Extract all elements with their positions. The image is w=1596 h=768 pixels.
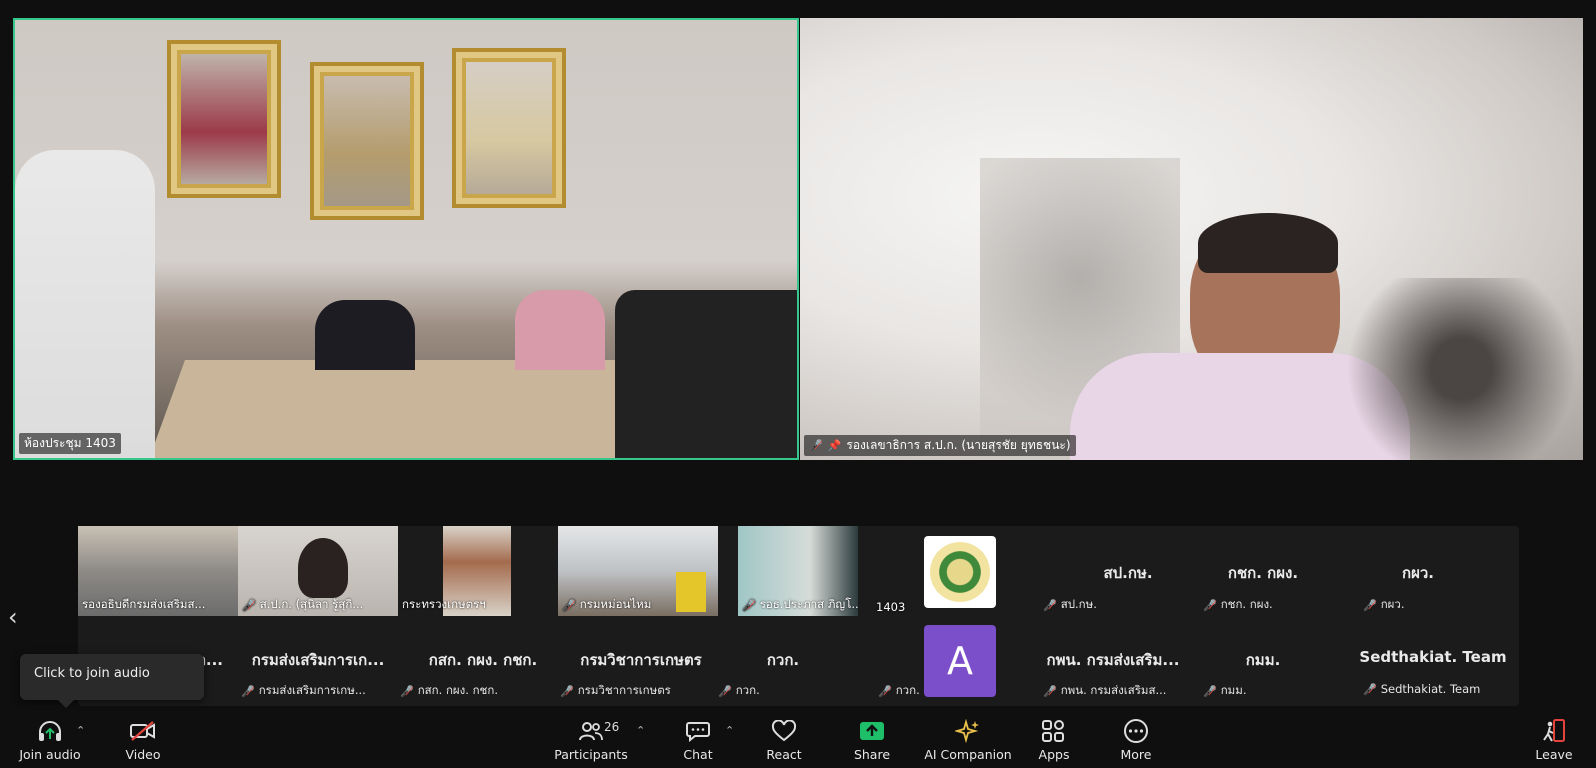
video-name-label: 🎤̸ 📌 รองเลขาธิการ ส.ป.ก. (นายสุรชัย ยุทธ…: [804, 435, 1076, 456]
participant-sub-label: 🎤̸ กรมวิชาการเกษตร: [560, 683, 671, 698]
leave-door-icon: [1541, 717, 1567, 745]
participant-thumbnail[interactable]: รองอธิบดีกรมส่งเสริมส...: [78, 526, 238, 616]
participant-logo-tile[interactable]: [924, 536, 996, 608]
participant-sub-label: 🎤̸ Sedthakiat. Team: [1363, 682, 1481, 696]
participant-name: กมม.: [1245, 651, 1281, 669]
video-button[interactable]: Video: [118, 710, 168, 768]
avatar[interactable]: A: [924, 625, 996, 697]
apps-icon: [1041, 717, 1067, 745]
join-audio-tooltip: Click to join audio: [20, 654, 204, 708]
main-video-tile-room[interactable]: ห้องประชุม 1403: [13, 18, 799, 460]
mic-muted-icon: 🎤̸: [809, 439, 823, 452]
participant-thumbnail[interactable]: กระทรวงเกษตรฯ: [398, 526, 518, 616]
headphones-icon: [37, 717, 63, 745]
participant-sub-label: 🎤̸ กชก. กผง.: [1203, 597, 1273, 612]
participant-name: สป.กษ.: [1103, 564, 1153, 582]
sparkle-icon: [955, 717, 981, 745]
participant-name: กชก. กผง.: [1227, 564, 1299, 582]
participant-sub-label: 🎤̸ กพน. กรมส่งเสริมส...: [1043, 683, 1167, 698]
ai-companion-button[interactable]: AI Companion: [924, 710, 1012, 768]
participants-options-chevron-up-icon[interactable]: ⌃: [636, 724, 645, 737]
mic-muted-icon: 🎤̸: [1203, 598, 1217, 612]
mic-muted-icon: 🎤̸: [400, 684, 414, 698]
portrait-frame: [167, 40, 281, 198]
participant-name: กวก.: [766, 651, 800, 669]
person-shape: [315, 300, 415, 370]
participant-thumbnail[interactable]: 🎤̸ รอธ.ประภาส ภิญโ...: [738, 526, 858, 616]
mic-muted-icon: 🎤̸: [241, 684, 255, 698]
mic-muted-icon: 🎤̸: [878, 684, 892, 698]
mic-muted-icon: 🎤̸: [1363, 598, 1377, 612]
chairs-shape: [615, 290, 797, 458]
person-shape: [298, 538, 348, 598]
video-name-label: ห้องประชุม 1403: [19, 433, 121, 454]
participant-name: กรมวิชาการเกษตร: [580, 651, 702, 669]
participant-name: กผว.: [1402, 564, 1434, 582]
organization-seal-icon: [930, 542, 990, 602]
participant-sub-label: 🎤̸ กวก.: [718, 683, 760, 698]
participant-sub-label: 🎤̸ สป.กษ.: [1043, 597, 1097, 612]
mic-muted-icon: 🎤̸: [1043, 684, 1057, 698]
mic-muted-icon: 🎤̸: [1203, 684, 1217, 698]
participant-name: กรมส่งเสริมการเก...: [251, 651, 385, 669]
mic-muted-icon: 🎤̸: [1043, 598, 1057, 612]
participants-count: 26: [604, 720, 620, 734]
pin-icon: 📌: [827, 439, 842, 452]
mic-muted-icon: 🎤̸: [242, 598, 256, 612]
participant-thumbnail[interactable]: 1403: [858, 526, 918, 616]
participant-sub-label: 🎤̸ กรมส่งเสริมการเกษ...: [241, 683, 366, 698]
react-button[interactable]: React: [762, 710, 806, 768]
tooltip-caret: [58, 700, 74, 708]
audio-options-chevron-up-icon[interactable]: ⌃: [76, 724, 85, 737]
main-video-tile-speaker[interactable]: 🎤̸ 📌 รองเลขาธิการ ส.ป.ก. (นายสุรชัย ยุทธ…: [800, 18, 1583, 460]
portrait-frame: [310, 62, 424, 220]
person-shape: [15, 150, 155, 458]
participant-name: Sedthakiat. Team: [1359, 648, 1507, 666]
person-hair: [1198, 213, 1338, 273]
more-icon: [1122, 717, 1150, 745]
person-shape: [676, 572, 706, 612]
meeting-toolbar: Join audio ⌃ Video Participants 26 ⌃ Cha…: [0, 710, 1596, 768]
mic-muted-icon: 🎤̸: [562, 598, 576, 612]
mic-muted-icon: 🎤̸: [718, 684, 732, 698]
participant-sub-label: 🎤̸ กมม.: [1203, 683, 1247, 698]
participant-name: กพน. กรมส่งเสริม...: [1046, 651, 1180, 669]
more-button[interactable]: More: [1116, 710, 1156, 768]
participant-thumbnail[interactable]: 🎤̸ กรมหม่อนไหม: [558, 526, 718, 616]
share-screen-icon: [859, 717, 885, 745]
participant-sub-label: 🎤̸ กผว.: [1363, 597, 1405, 612]
previous-page-arrow-icon[interactable]: ‹: [8, 603, 18, 631]
participants-icon: [578, 717, 604, 745]
mic-muted-icon: 🎤̸: [560, 684, 574, 698]
portrait-frame: [452, 48, 566, 208]
video-off-icon: [129, 717, 157, 745]
chat-icon: [685, 717, 711, 745]
leave-button[interactable]: Leave: [1534, 710, 1574, 768]
person-shape: [515, 290, 605, 370]
share-button[interactable]: Share: [850, 710, 894, 768]
background-blur: [1340, 278, 1583, 460]
join-audio-button[interactable]: Join audio: [18, 710, 82, 768]
mic-muted-icon: 🎤̸: [1363, 682, 1377, 696]
participant-sub-label: 🎤̸ กสก. กผง. กชก.: [400, 683, 498, 698]
gallery-strip: รองอธิบดีกรมส่งเสริมส... 🎤̸ ส.ป.ก. (สุนิล…: [78, 526, 1519, 706]
mic-muted-icon: 🎤̸: [742, 598, 756, 612]
participant-name: กสก. กผง. กชก.: [428, 651, 538, 669]
chat-options-chevron-up-icon[interactable]: ⌃: [725, 724, 734, 737]
participant-thumbnail[interactable]: 🎤̸ ส.ป.ก. (สุนิลา รู้สุกิ...: [238, 526, 398, 616]
participants-button[interactable]: Participants: [554, 710, 628, 768]
participant-sub-label: 🎤̸ กวก.: [878, 683, 920, 698]
apps-button[interactable]: Apps: [1034, 710, 1074, 768]
chat-button[interactable]: Chat: [678, 710, 718, 768]
heart-icon: [771, 717, 797, 745]
